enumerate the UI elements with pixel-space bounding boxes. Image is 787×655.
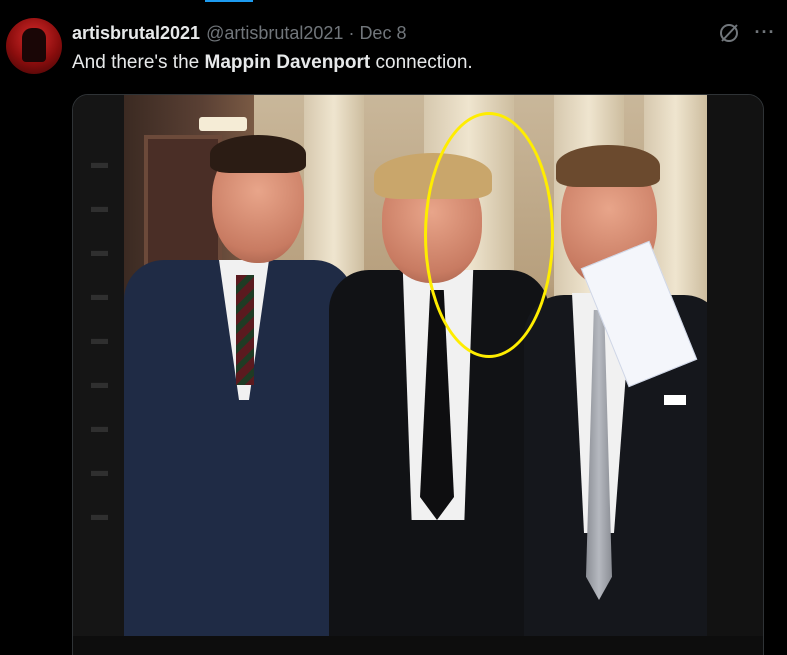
ghost-menu-line: ▬ <box>91 153 108 172</box>
tweet-text-bold: Mappin Davenport <box>204 52 371 73</box>
tweet: artisbrutal2021 @artisbrutal2021 · Dec 8… <box>0 0 787 655</box>
nav-active-indicator <box>205 0 253 2</box>
user-handle[interactable]: @artisbrutal2021 <box>206 23 343 44</box>
tweet-header: artisbrutal2021 @artisbrutal2021 · Dec 8 <box>72 22 406 44</box>
background-screenshot-menu: ▬ ▬ ▬ ▬ ▬ ▬ ▬ ▬ ▬ <box>73 95 125 655</box>
pocket-square <box>664 395 686 405</box>
separator-dot: · <box>348 22 355 43</box>
ghost-menu-line: ▬ <box>91 505 108 524</box>
ghost-menu-line: ▬ <box>91 197 108 216</box>
ghost-menu-line: ▬ <box>91 285 108 304</box>
ghost-menu-line: ▬ <box>91 461 108 480</box>
post-date[interactable]: Dec 8 <box>359 23 406 44</box>
media-image[interactable]: ▬ ▬ ▬ ▬ ▬ ▬ ▬ ▬ ▬ <box>72 94 764 655</box>
tweet-text-start: And there's the <box>72 52 205 73</box>
ghost-menu-line: ▬ <box>91 373 108 392</box>
ceiling-light <box>199 117 247 131</box>
grok-icon[interactable] <box>718 22 740 44</box>
ghost-menu-line: ▬ <box>91 241 108 260</box>
highlight-circle <box>424 112 554 358</box>
more-icon[interactable]: ··· <box>752 20 778 44</box>
display-name[interactable]: artisbrutal2021 <box>72 23 200 44</box>
ghost-menu-line: ▬ <box>91 329 108 348</box>
avatar-figure <box>22 28 46 62</box>
tweet-text-end: connection. <box>370 52 473 73</box>
hair <box>210 135 306 173</box>
background-screenshot-actions <box>73 636 763 655</box>
ghost-menu-line: ▬ <box>91 417 108 436</box>
tweet-text: And there's the Mappin Davenport connect… <box>72 52 473 74</box>
hair <box>556 145 660 187</box>
background-screenshot-right <box>707 95 763 655</box>
photo <box>124 95 707 636</box>
tie <box>236 275 254 385</box>
avatar[interactable] <box>6 18 62 74</box>
